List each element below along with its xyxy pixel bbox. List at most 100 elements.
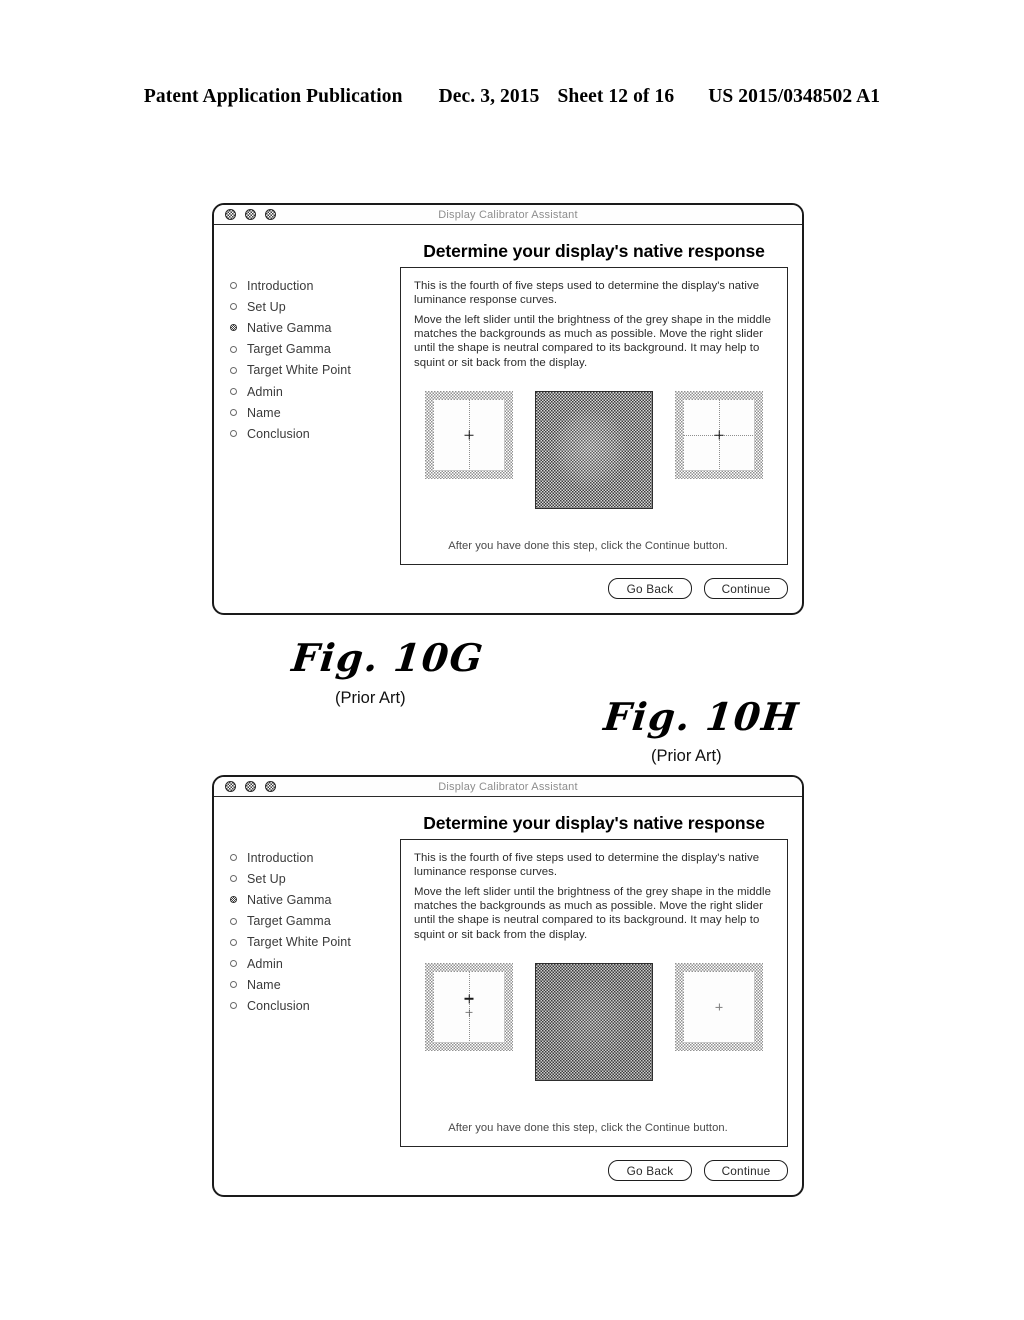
sheet-number: Sheet 12 of 16 bbox=[557, 86, 675, 107]
instruction-paragraph-2: Move the left slider until the brightnes… bbox=[414, 886, 771, 941]
patent-number: US 2015/0348502 A1 bbox=[708, 86, 881, 107]
step-bullet-icon bbox=[230, 366, 237, 374]
patch-inner-area bbox=[684, 972, 754, 1042]
sidebar-item-target-gamma[interactable]: Target Gamma bbox=[228, 911, 398, 932]
go-back-button[interactable]: Go Back bbox=[608, 578, 692, 599]
step-sidebar: Introduction Set Up Native Gamma Target … bbox=[228, 275, 398, 445]
sidebar-item-label: Target Gamma bbox=[247, 342, 331, 357]
sidebar-item-target-white-point[interactable]: Target White Point bbox=[228, 360, 398, 381]
left-calibration-patch[interactable] bbox=[425, 391, 513, 479]
sidebar-item-label: Target Gamma bbox=[247, 914, 331, 929]
continue-button[interactable]: Continue bbox=[704, 578, 788, 599]
sidebar-item-admin[interactable]: Admin bbox=[228, 381, 398, 402]
sidebar-item-native-gamma[interactable]: Native Gamma bbox=[228, 889, 398, 910]
content-panel: This is the fourth of five steps used to… bbox=[400, 839, 788, 1147]
sidebar-item-label: Target White Point bbox=[247, 935, 351, 950]
sidebar-item-set-up[interactable]: Set Up bbox=[228, 868, 398, 889]
sidebar-item-label: Conclusion bbox=[247, 998, 310, 1013]
calibration-swatch-row bbox=[401, 963, 787, 1081]
step-bullet-icon bbox=[230, 981, 237, 989]
continue-button[interactable]: Continue bbox=[704, 1160, 788, 1181]
patch-center-marker-icon bbox=[715, 431, 724, 440]
calibration-swatch-row bbox=[401, 391, 787, 509]
sidebar-item-label: Target White Point bbox=[247, 363, 351, 378]
right-calibration-patch[interactable] bbox=[675, 963, 763, 1051]
page-title: Determine your display's native response bbox=[423, 813, 765, 833]
patch-center-marker-icon bbox=[716, 1004, 723, 1011]
window-title: Display Calibrator Assistant bbox=[438, 208, 578, 221]
sidebar-item-label: Set Up bbox=[247, 871, 286, 886]
figure-caption-10g: Fig. 10G bbox=[289, 635, 487, 680]
step-sidebar: Introduction Set Up Native Gamma Target … bbox=[228, 847, 398, 1017]
sidebar-item-label: Name bbox=[247, 405, 281, 420]
patent-page-header: Patent Application Publication Dec. 3, 2… bbox=[0, 86, 1024, 108]
window-titlebar[interactable]: Display Calibrator Assistant bbox=[214, 205, 802, 225]
step-bullet-icon bbox=[230, 917, 237, 925]
sidebar-item-introduction[interactable]: Introduction bbox=[228, 847, 398, 868]
after-step-instruction: After you have done this step, click the… bbox=[448, 540, 728, 552]
display-calibrator-window-top[interactable]: Display Calibrator Assistant Determine y… bbox=[212, 203, 804, 615]
sidebar-item-target-white-point[interactable]: Target White Point bbox=[228, 932, 398, 953]
sidebar-item-label: Native Gamma bbox=[247, 892, 332, 907]
sidebar-item-set-up[interactable]: Set Up bbox=[228, 296, 398, 317]
step-bullet-icon bbox=[230, 960, 237, 968]
step-bullet-selected-icon bbox=[230, 324, 237, 332]
window-title: Display Calibrator Assistant bbox=[438, 780, 578, 793]
sidebar-item-conclusion[interactable]: Conclusion bbox=[228, 423, 398, 444]
center-grey-shape-patch[interactable] bbox=[535, 391, 653, 509]
sidebar-item-label: Name bbox=[247, 977, 281, 992]
step-bullet-selected-icon bbox=[230, 896, 237, 904]
sidebar-item-admin[interactable]: Admin bbox=[228, 953, 398, 974]
page-title: Determine your display's native response bbox=[423, 241, 765, 261]
sidebar-item-conclusion[interactable]: Conclusion bbox=[228, 995, 398, 1016]
sidebar-item-label: Introduction bbox=[247, 850, 314, 865]
figure-10g-prior-art-note: (Prior Art) bbox=[335, 689, 406, 707]
sidebar-item-target-gamma[interactable]: Target Gamma bbox=[228, 339, 398, 360]
step-bullet-icon bbox=[230, 409, 237, 417]
right-calibration-patch[interactable] bbox=[675, 391, 763, 479]
window-button-row: Go Back Continue bbox=[608, 1160, 788, 1181]
figure-caption-10h: Fig. 10H bbox=[601, 694, 802, 739]
instruction-paragraph-1: This is the fourth of five steps used to… bbox=[414, 280, 760, 307]
after-step-instruction: After you have done this step, click the… bbox=[448, 1122, 728, 1134]
sidebar-item-label: Admin bbox=[247, 956, 283, 971]
step-bullet-icon bbox=[230, 875, 237, 883]
sidebar-item-label: Conclusion bbox=[247, 426, 310, 441]
patch-inner-area bbox=[434, 400, 504, 470]
instruction-paragraph-1: This is the fourth of five steps used to… bbox=[414, 852, 760, 879]
step-bullet-icon bbox=[230, 282, 237, 290]
sidebar-item-label: Admin bbox=[247, 384, 283, 399]
step-bullet-icon bbox=[230, 388, 237, 396]
patch-center-marker-icon bbox=[465, 431, 474, 440]
content-panel: This is the fourth of five steps used to… bbox=[400, 267, 788, 565]
sidebar-item-label: Native Gamma bbox=[247, 320, 332, 335]
window-body: Determine your display's native response… bbox=[214, 225, 802, 613]
step-bullet-icon bbox=[230, 938, 237, 946]
sidebar-item-label: Introduction bbox=[247, 278, 314, 293]
step-bullet-icon bbox=[230, 303, 237, 311]
display-calibrator-window-bottom[interactable]: Display Calibrator Assistant Determine y… bbox=[212, 775, 804, 1197]
patch-center-marker-icon bbox=[465, 994, 474, 1003]
instruction-paragraph-2: Move the left slider until the brightnes… bbox=[414, 314, 771, 369]
step-bullet-icon bbox=[230, 345, 237, 353]
step-bullet-icon bbox=[230, 430, 237, 438]
patch-vertical-guide bbox=[469, 972, 470, 1042]
patch-inner-area bbox=[434, 972, 504, 1042]
figure-10h-prior-art-note: (Prior Art) bbox=[651, 747, 722, 765]
publication-label: Patent Application Publication bbox=[143, 86, 403, 107]
sidebar-item-introduction[interactable]: Introduction bbox=[228, 275, 398, 296]
patch-inner-area bbox=[684, 400, 754, 470]
window-button-row: Go Back Continue bbox=[608, 578, 788, 599]
sidebar-item-name[interactable]: Name bbox=[228, 974, 398, 995]
window-titlebar[interactable]: Display Calibrator Assistant bbox=[214, 777, 802, 797]
sidebar-item-label: Set Up bbox=[247, 299, 286, 314]
step-bullet-icon bbox=[230, 1002, 237, 1010]
patch-secondary-marker-icon bbox=[466, 1009, 473, 1016]
center-grey-shape-patch[interactable] bbox=[535, 963, 653, 1081]
sidebar-item-name[interactable]: Name bbox=[228, 402, 398, 423]
left-calibration-patch[interactable] bbox=[425, 963, 513, 1051]
publication-date: Dec. 3, 2015 bbox=[438, 86, 540, 107]
sidebar-item-native-gamma[interactable]: Native Gamma bbox=[228, 317, 398, 338]
go-back-button[interactable]: Go Back bbox=[608, 1160, 692, 1181]
step-bullet-icon bbox=[230, 854, 237, 862]
